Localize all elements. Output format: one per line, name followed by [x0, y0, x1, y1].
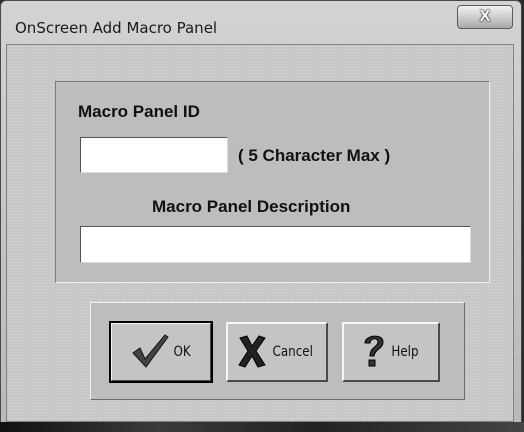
ok-button-label: OK — [173, 344, 191, 360]
cancel-button-label: Cancel — [272, 344, 314, 360]
background-strip — [0, 422, 524, 432]
checkmark-icon — [130, 332, 170, 373]
id-length-hint: ( 5 Character Max ) — [238, 146, 391, 165]
x-mark-icon — [237, 334, 267, 371]
macro-panel-id-input[interactable] — [80, 137, 228, 173]
help-button-label: Help — [391, 344, 419, 360]
macro-panel-id-label: Macro Panel ID — [78, 102, 200, 121]
ok-button[interactable]: OK — [109, 321, 213, 383]
title-bar[interactable]: OnScreen Add Macro Panel X — [1, 1, 521, 45]
close-icon: X — [479, 8, 491, 25]
macro-panel-description-input[interactable] — [80, 226, 471, 263]
close-button[interactable]: X — [457, 5, 513, 29]
macro-panel-description-label: Macro Panel Description — [152, 197, 351, 216]
cancel-button[interactable]: Cancel — [226, 322, 328, 382]
window-title: OnScreen Add Macro Panel — [15, 19, 218, 37]
question-mark-icon — [361, 332, 387, 373]
help-button[interactable]: Help — [342, 322, 440, 382]
